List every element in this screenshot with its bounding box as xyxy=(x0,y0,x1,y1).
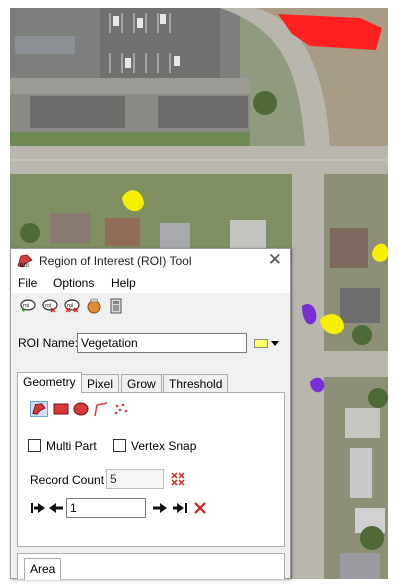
tab-geometry[interactable]: Geometry xyxy=(17,372,82,393)
tab-threshold[interactable]: Threshold xyxy=(163,374,229,392)
tab-grow[interactable]: Grow xyxy=(121,374,162,392)
next-record-icon[interactable] xyxy=(152,501,168,515)
svg-text:ROI: ROI xyxy=(20,263,29,268)
roi-name-row: ROI Name: Vegetation xyxy=(11,329,290,355)
close-icon[interactable]: ✕ xyxy=(268,250,282,270)
polygon-tool-icon[interactable] xyxy=(30,401,48,417)
multi-part-checkbox[interactable]: Multi Part xyxy=(28,438,108,454)
multi-part-label: Multi Part xyxy=(46,439,97,453)
point-tool-icon[interactable] xyxy=(112,401,130,417)
new-roi-icon[interactable]: roi xyxy=(19,298,37,314)
menu-file[interactable]: File xyxy=(18,276,37,290)
vertex-snap-checkbox[interactable]: Vertex Snap xyxy=(113,438,208,454)
checkbox-box[interactable] xyxy=(113,439,126,452)
menu-bar: File Options Help xyxy=(11,273,290,293)
bottom-tab-panel: Area xyxy=(17,553,285,580)
chevron-down-icon[interactable] xyxy=(271,341,279,346)
roi-toolbar: roi roi roi xyxy=(11,293,290,319)
delete-all-roi-icon[interactable]: roi xyxy=(63,298,81,314)
roi-tool-window[interactable]: ROI Region of Interest (ROI) Tool ✕ File… xyxy=(10,248,291,580)
record-count-label: Record Count xyxy=(30,473,105,487)
svg-text:roi: roi xyxy=(23,303,29,309)
tab-area[interactable]: Area xyxy=(24,558,62,580)
roi-app-icon: ROI xyxy=(17,254,33,268)
menu-help[interactable]: Help xyxy=(111,276,136,290)
svg-text:roi: roi xyxy=(45,303,51,309)
title-bar[interactable]: ROI Region of Interest (ROI) Tool ✕ xyxy=(11,249,290,273)
record-index-input[interactable]: 1 xyxy=(66,498,146,518)
roi-name-label: ROI Name: xyxy=(18,336,79,350)
roi-name-input[interactable]: Vegetation xyxy=(77,333,247,353)
previous-record-icon[interactable] xyxy=(48,501,64,515)
delete-all-records-icon[interactable] xyxy=(170,471,186,487)
ellipse-tool-icon[interactable] xyxy=(72,401,90,417)
rectangle-tool-icon[interactable] xyxy=(52,401,70,417)
polyline-tool-icon[interactable] xyxy=(92,401,110,417)
vertex-snap-label: Vertex Snap xyxy=(131,439,197,453)
last-record-icon[interactable] xyxy=(172,501,188,515)
delete-roi-icon[interactable]: roi xyxy=(41,298,59,314)
roi-color-swatch[interactable] xyxy=(254,339,268,348)
roi-options-icon[interactable] xyxy=(85,298,103,314)
record-count-value: 5 xyxy=(106,469,164,489)
tab-pixel[interactable]: Pixel xyxy=(81,374,120,392)
geometry-panel: Multi Part Vertex Snap Record Count 5 1 xyxy=(17,392,285,547)
window-title: Region of Interest (ROI) Tool xyxy=(39,254,192,268)
first-record-icon[interactable] xyxy=(30,501,46,515)
delete-record-icon[interactable] xyxy=(192,501,208,515)
svg-text:roi: roi xyxy=(67,303,73,309)
menu-options[interactable]: Options xyxy=(53,276,94,290)
checkbox-box[interactable] xyxy=(28,439,41,452)
stats-calculator-icon[interactable] xyxy=(107,298,125,314)
